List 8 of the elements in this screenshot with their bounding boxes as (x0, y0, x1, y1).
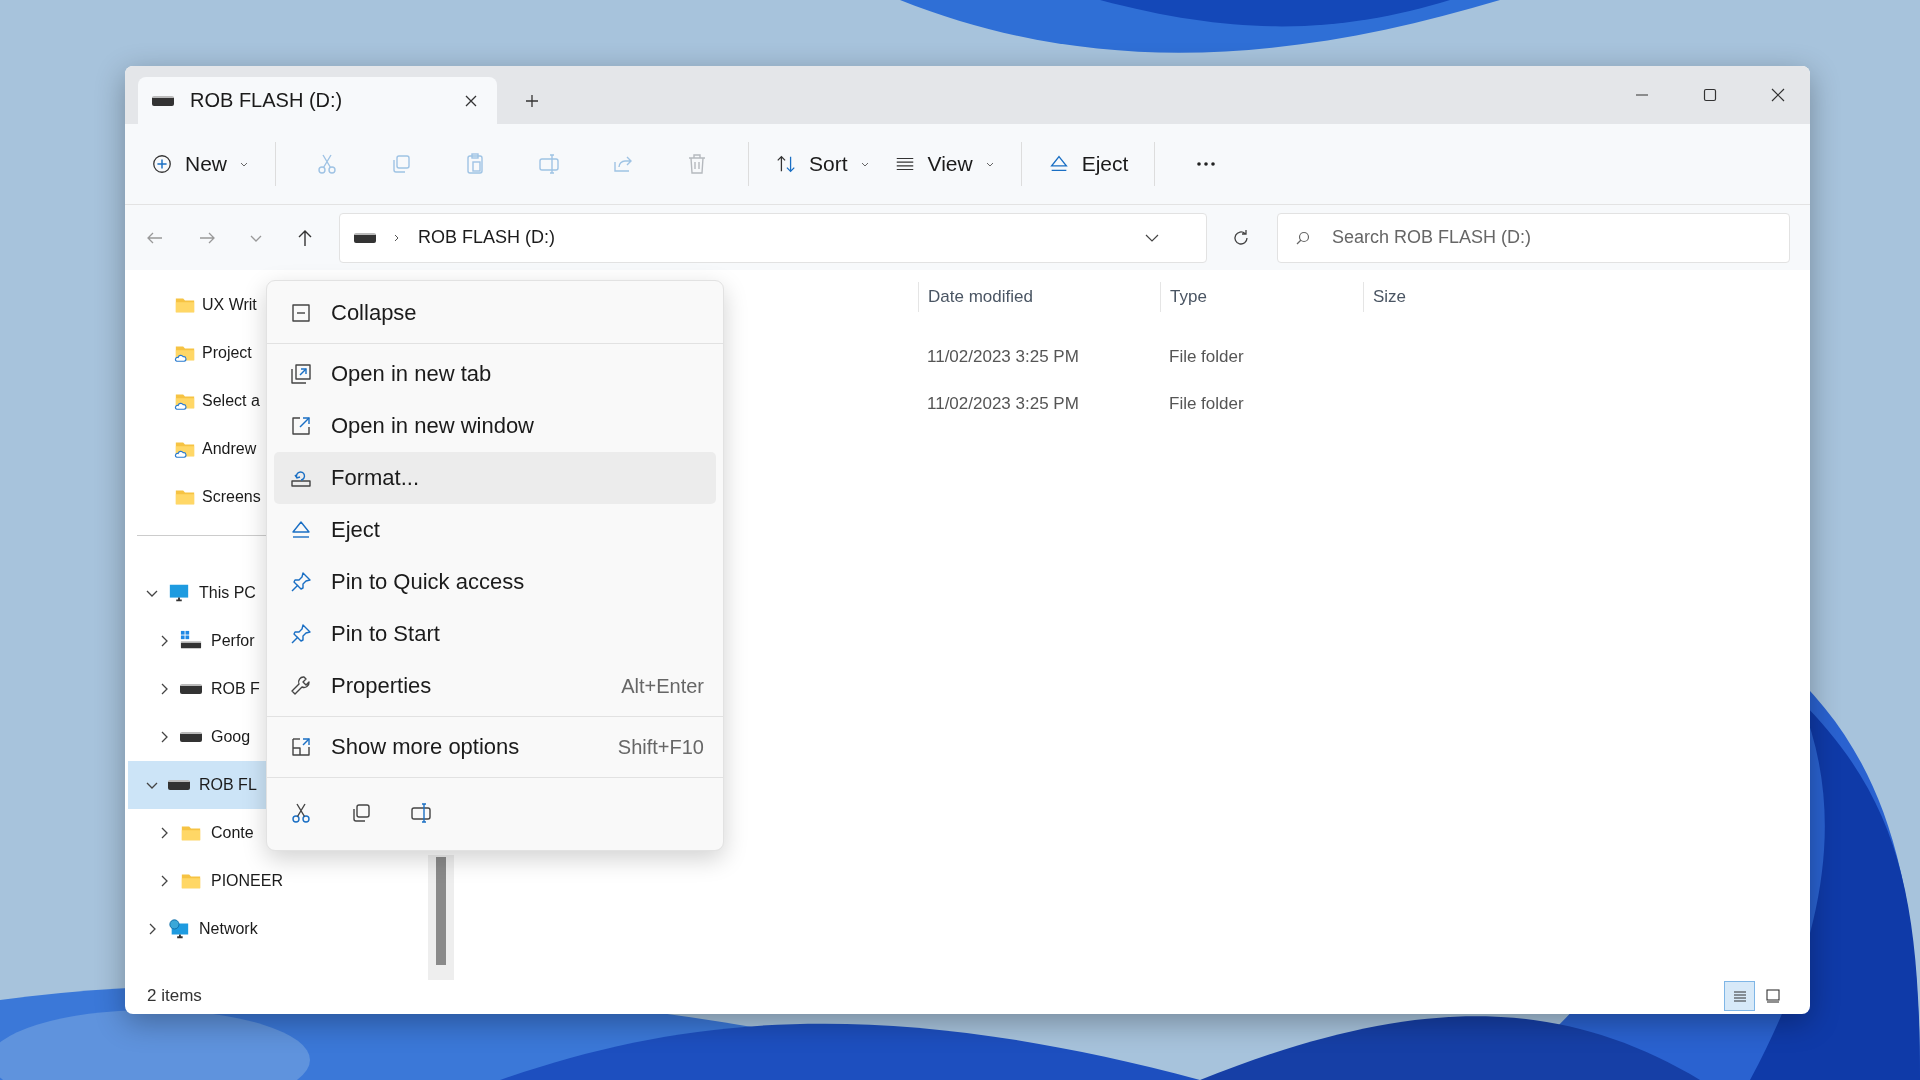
table-cell-text: 11/02/2023 3:25 PM (926, 346, 1080, 367)
table-cell-text: File folder (1168, 346, 1245, 367)
shortcut-label: Shift+F10 (617, 735, 704, 759)
shortcut-label: Alt+Enter (621, 674, 704, 698)
table-cell-text: File folder (1168, 393, 1245, 414)
item-count: 2 items (147, 986, 202, 1006)
tab-title: ROB FLASH (D:) (190, 89, 344, 112)
table-cell-text: 11/02/2023 3:25 PM (926, 393, 1080, 414)
